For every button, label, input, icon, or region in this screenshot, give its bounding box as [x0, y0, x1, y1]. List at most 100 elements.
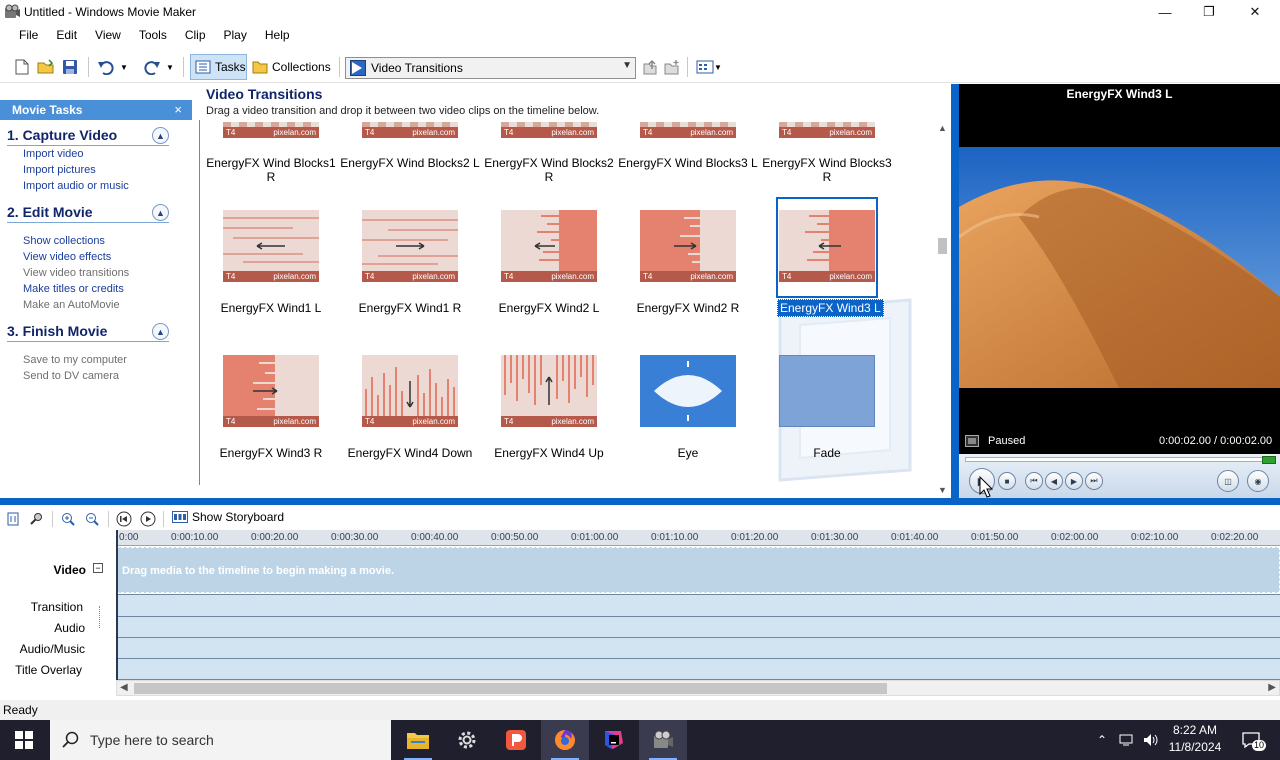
- set-audio-levels-icon[interactable]: [5, 511, 21, 527]
- views-dropdown-icon[interactable]: ▼: [713, 57, 723, 77]
- transition-thumbnail[interactable]: [640, 355, 736, 427]
- redo-dropdown-icon[interactable]: ▼: [164, 57, 176, 77]
- menu-view[interactable]: View: [86, 26, 130, 46]
- transition-thumbnail[interactable]: T4 pixelan.com: [223, 122, 319, 138]
- transition-thumbnail[interactable]: T4 pixelan.com: [779, 122, 875, 138]
- start-button[interactable]: [0, 720, 48, 760]
- close-button[interactable]: ✕: [1232, 0, 1278, 24]
- seek-bar[interactable]: [965, 457, 1271, 462]
- transition-label[interactable]: Eye: [618, 446, 758, 460]
- import-audio-link[interactable]: Import audio or music: [23, 180, 129, 192]
- transition-thumbnail[interactable]: T4 pixelan.com: [640, 210, 736, 282]
- tray-overflow-chevron-icon[interactable]: ⌃: [1092, 720, 1112, 760]
- transition-thumbnail[interactable]: T4 pixelan.com: [501, 210, 597, 282]
- scrollbar-thumb[interactable]: [938, 238, 947, 254]
- transition-label[interactable]: EnergyFX Wind4 Up: [479, 446, 619, 460]
- transition-label[interactable]: EnergyFX Wind Blocks3 L: [618, 156, 758, 170]
- transition-label[interactable]: Fade: [757, 446, 897, 460]
- open-project-icon[interactable]: [36, 57, 56, 77]
- taskbar-clock[interactable]: 8:22 AM 11/8/2024: [1160, 722, 1230, 756]
- transition-thumbnail[interactable]: T4 pixelan.com: [362, 122, 458, 138]
- capture-video-section-title[interactable]: 1. Capture Video: [7, 127, 117, 143]
- transition-label[interactable]: EnergyFX Wind Blocks2 R: [479, 156, 619, 184]
- transition-label[interactable]: EnergyFX Wind2 R: [618, 301, 758, 315]
- pycharm-taskbar-button[interactable]: [590, 720, 638, 760]
- collapse-section-icon[interactable]: ▲: [152, 204, 169, 221]
- file-explorer-taskbar-button[interactable]: [394, 720, 442, 760]
- previous-frame-button[interactable]: ◀: [1045, 472, 1063, 490]
- tasks-button[interactable]: Tasks: [190, 54, 247, 80]
- close-icon[interactable]: ×: [174, 102, 182, 117]
- transition-thumbnail[interactable]: T4 pixelan.com: [223, 210, 319, 282]
- content-vertical-scrollbar[interactable]: ▲ ▼: [934, 120, 951, 498]
- transition-label[interactable]: EnergyFX Wind Blocks2 L: [340, 156, 480, 170]
- play-timeline-icon[interactable]: [140, 511, 156, 527]
- new-collection-folder-icon[interactable]: [662, 57, 682, 77]
- views-icon[interactable]: [695, 57, 715, 77]
- import-video-link[interactable]: Import video: [23, 148, 84, 160]
- seek-bar-thumb[interactable]: [1262, 456, 1276, 464]
- show-storyboard-button[interactable]: Show Storyboard: [172, 510, 284, 524]
- movie-maker-taskbar-button[interactable]: [639, 720, 687, 760]
- transition-thumbnail[interactable]: T4 pixelan.com: [640, 122, 736, 138]
- redo-icon[interactable]: [142, 57, 162, 77]
- back-button[interactable]: ⏮: [1025, 472, 1043, 490]
- undo-icon[interactable]: [96, 57, 116, 77]
- transition-label[interactable]: EnergyFX Wind3 R: [201, 446, 341, 460]
- transition-thumbnail[interactable]: T4 pixelan.com: [501, 355, 597, 427]
- scrollbar-thumb[interactable]: [134, 683, 887, 694]
- transition-thumbnail[interactable]: [779, 355, 875, 427]
- network-icon[interactable]: [1116, 720, 1138, 760]
- transition-label[interactable]: EnergyFX Wind2 L: [479, 301, 619, 315]
- transition-track[interactable]: [116, 594, 1280, 616]
- scroll-down-icon[interactable]: ▼: [934, 482, 951, 498]
- finish-movie-section-title[interactable]: 3. Finish Movie: [7, 323, 107, 339]
- taskbar-search-box[interactable]: Type here to search: [50, 720, 391, 760]
- new-project-icon[interactable]: [12, 57, 32, 77]
- transition-label[interactable]: EnergyFX Wind1 L: [201, 301, 341, 315]
- split-clip-button[interactable]: ◫: [1217, 470, 1239, 492]
- transition-label-selected[interactable]: EnergyFX Wind3 L: [777, 299, 884, 317]
- collections-button[interactable]: Collections: [250, 54, 334, 80]
- restore-button[interactable]: ❐: [1186, 0, 1232, 24]
- audio-music-track[interactable]: [116, 637, 1280, 658]
- menu-tools[interactable]: Tools: [130, 26, 176, 46]
- scroll-left-icon[interactable]: ◀: [120, 682, 128, 693]
- transition-label[interactable]: EnergyFX Wind4 Down: [340, 446, 480, 460]
- transition-thumbnail[interactable]: T4 pixelan.com: [501, 122, 597, 138]
- minimize-button[interactable]: —: [1142, 0, 1188, 24]
- collapse-track-icon[interactable]: −: [93, 563, 103, 573]
- view-video-effects-link[interactable]: View video effects: [23, 251, 111, 263]
- splitter-horizontal[interactable]: [0, 498, 1280, 505]
- rewind-timeline-icon[interactable]: [116, 511, 132, 527]
- menu-file[interactable]: File: [10, 26, 47, 46]
- timeline-horizontal-scrollbar[interactable]: ◀ ▶: [116, 680, 1280, 696]
- splitter-vertical[interactable]: [951, 84, 959, 501]
- zoom-in-icon[interactable]: [60, 511, 76, 527]
- save-project-icon[interactable]: [60, 57, 80, 77]
- presentation-app-taskbar-button[interactable]: [492, 720, 540, 760]
- transition-label[interactable]: EnergyFX Wind Blocks3 R: [757, 156, 897, 184]
- firefox-taskbar-button[interactable]: [541, 720, 589, 760]
- make-titles-link[interactable]: Make titles or credits: [23, 283, 124, 295]
- undo-dropdown-icon[interactable]: ▼: [118, 57, 130, 77]
- zoom-out-icon[interactable]: [84, 511, 100, 527]
- timeline-ruler[interactable]: 0:00 0:00:10.00 0:00:20.00 0:00:30.00 0:…: [116, 530, 1280, 546]
- narrate-timeline-icon[interactable]: [28, 511, 44, 527]
- transition-thumbnail[interactable]: T4 pixelan.com: [223, 355, 319, 427]
- transition-thumbnail[interactable]: T4 pixelan.com: [362, 210, 458, 282]
- volume-icon[interactable]: [1140, 720, 1162, 760]
- edit-movie-section-title[interactable]: 2. Edit Movie: [7, 204, 93, 220]
- scroll-up-icon[interactable]: ▲: [934, 120, 951, 136]
- menu-help[interactable]: Help: [256, 26, 299, 46]
- view-select-dropdown[interactable]: Video Transitions ▼: [345, 57, 636, 79]
- transition-label[interactable]: EnergyFX Wind1 R: [340, 301, 480, 315]
- audio-track[interactable]: [116, 616, 1280, 637]
- settings-taskbar-button[interactable]: [443, 720, 491, 760]
- collapse-section-icon[interactable]: ▲: [152, 323, 169, 340]
- up-one-level-icon[interactable]: [640, 57, 660, 77]
- stop-button[interactable]: ■: [998, 472, 1016, 490]
- menu-clip[interactable]: Clip: [176, 26, 215, 46]
- menu-play[interactable]: Play: [215, 26, 256, 46]
- timeline-playhead[interactable]: [116, 530, 118, 680]
